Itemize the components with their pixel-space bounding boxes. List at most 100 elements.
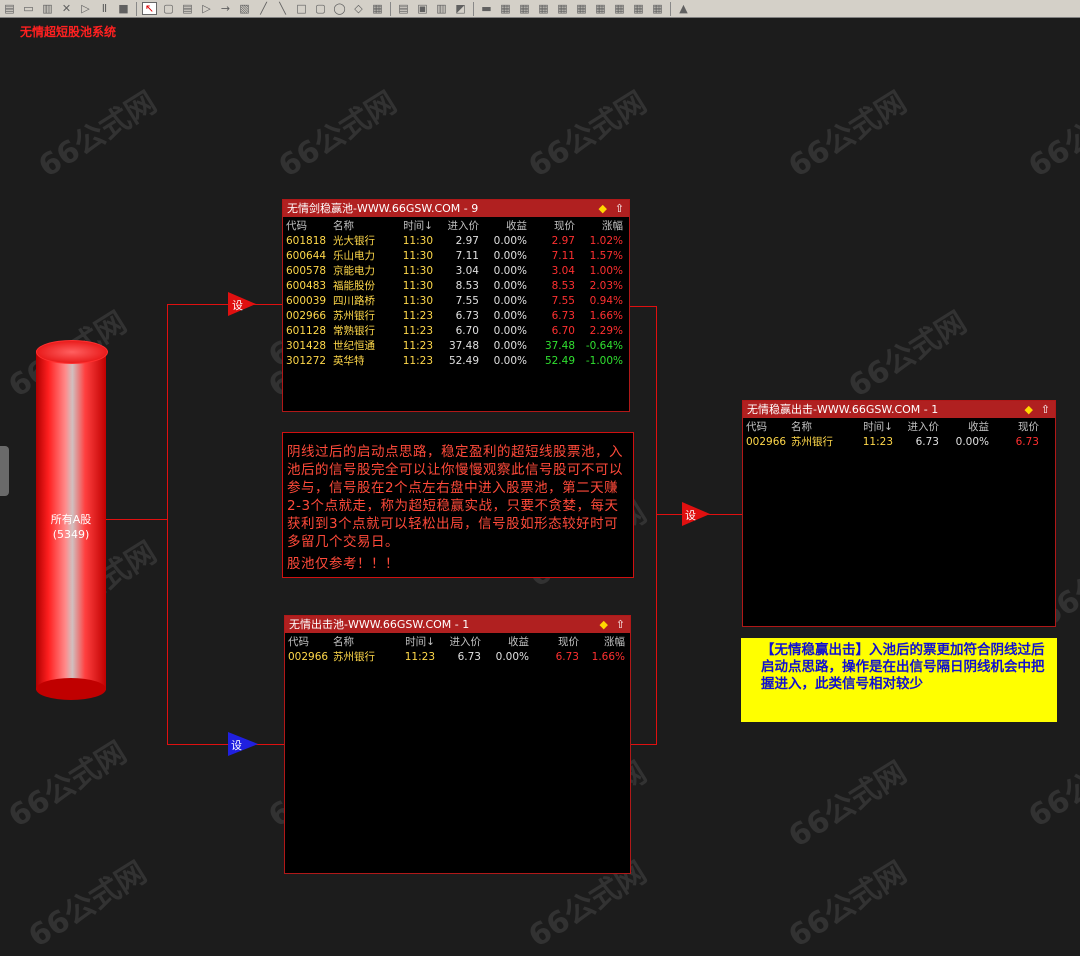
- connector: [630, 744, 657, 745]
- arrow-icon[interactable]: ▷: [199, 2, 214, 15]
- column-header[interactable]: 涨幅: [575, 217, 623, 233]
- grid5-icon[interactable]: ▦: [574, 2, 589, 15]
- column-header[interactable]: 收益: [479, 217, 527, 233]
- pool-main-header[interactable]: 无情剑稳赢池-WWW.66GSW.COM - 9 ◆ ⇧: [283, 200, 629, 217]
- table-header-row: 代码 名称 时间↓ 进入价 收益 现价: [743, 418, 1039, 434]
- diamond-icon[interactable]: ◆: [599, 200, 607, 217]
- column-header[interactable]: 现价: [989, 418, 1039, 434]
- watermark: 66公式网: [32, 85, 163, 185]
- cell-gain: 0.00%: [493, 309, 527, 322]
- cell-entry: 6.70: [455, 324, 479, 337]
- cell-price: 6.73: [555, 650, 579, 663]
- table-row[interactable]: 301428 世纪恒通 11:23 37.48 0.00% 37.48 -0.64%: [283, 338, 623, 353]
- column-header[interactable]: 代码: [285, 633, 333, 649]
- column-header[interactable]: 收益: [939, 418, 989, 434]
- round-icon[interactable]: ▢: [313, 2, 328, 15]
- pointer-icon[interactable]: ↖: [142, 2, 157, 15]
- column-header[interactable]: 现价: [527, 217, 575, 233]
- table-row[interactable]: 600578 京能电力 11:30 3.04 0.00% 3.04 1.00%: [283, 263, 623, 278]
- highlight-note: 【无情稳赢出击】入池后的票更加符合阴线过后启动点思路，操作是在出信号隔日阴线机会…: [741, 638, 1057, 722]
- doc-icon[interactable]: ▤: [180, 2, 195, 15]
- all-a-shares-cylinder[interactable]: 所有A股 (5349): [36, 340, 108, 700]
- column-header[interactable]: 代码: [283, 217, 333, 233]
- grid7-icon[interactable]: ▦: [612, 2, 627, 15]
- stop-icon[interactable]: ■: [116, 2, 131, 15]
- grid9-icon[interactable]: ▦: [650, 2, 665, 15]
- long-arrow-icon[interactable]: →: [218, 2, 233, 15]
- delete-icon[interactable]: ✕: [59, 2, 74, 15]
- column-header[interactable]: 名称: [333, 217, 387, 233]
- page-icon[interactable]: ▤: [396, 2, 411, 15]
- bar-icon[interactable]: ▬: [479, 2, 494, 15]
- grid2-icon[interactable]: ▦: [517, 2, 532, 15]
- paint-icon[interactable]: ◩: [453, 2, 468, 15]
- column-header[interactable]: 进入价: [893, 418, 940, 434]
- pool-final-panel[interactable]: 无情稳赢出击-WWW.66GSW.COM - 1 ◆ ⇧ 代码 名称 时间↓ 进入价收…: [742, 400, 1056, 627]
- grid3-icon[interactable]: ▦: [536, 2, 551, 15]
- column-header[interactable]: 涨幅: [579, 633, 625, 649]
- table-row[interactable]: 002966 苏州银行 11:23 6.73 0.00% 6.73 1.66%: [283, 308, 623, 323]
- column-header[interactable]: 时间↓: [847, 418, 893, 434]
- grid10-icon[interactable]: ▲: [676, 2, 691, 15]
- cell-time: 11:23: [402, 339, 433, 352]
- setting-label: 设: [231, 739, 242, 752]
- cell-price: 37.48: [544, 339, 575, 352]
- ellipse-icon[interactable]: ◯: [332, 2, 347, 15]
- square-icon[interactable]: □: [294, 2, 309, 15]
- cylinder-bottom: [36, 678, 106, 700]
- source-count: (5349): [52, 528, 90, 541]
- trash-icon[interactable]: ▥: [434, 2, 449, 15]
- grid1-icon[interactable]: ▦: [498, 2, 513, 15]
- pool-main-panel[interactable]: 无情剑稳赢池-WWW.66GSW.COM - 9 ◆ ⇧ 代码 名称 时间↓ 进入价收…: [282, 199, 630, 412]
- pool-exit-header[interactable]: 无情出击池-WWW.66GSW.COM - 1 ◆ ⇧: [285, 616, 630, 633]
- grid4-icon[interactable]: ▦: [555, 2, 570, 15]
- column-header[interactable]: 进入价: [433, 217, 480, 233]
- column-header[interactable]: 名称: [333, 633, 389, 649]
- pool-exit-table: 代码 名称 时间↓ 进入价 收益 现价 涨幅 002966 苏州银行 11:23 6.73 0.00%…: [285, 633, 625, 664]
- column-header[interactable]: 时间↓: [389, 633, 435, 649]
- column-header[interactable]: 时间↓: [387, 217, 433, 233]
- table-row[interactable]: 002966 苏州银行 11:23 6.73 0.00% 6.73 1.66%: [285, 649, 625, 664]
- cell-name: 京能电力: [333, 265, 375, 277]
- diag-icon[interactable]: ╲: [275, 2, 290, 15]
- upload-icon[interactable]: ⇧: [616, 616, 625, 633]
- cell-gain: 0.00%: [493, 324, 527, 337]
- side-collapse-tab[interactable]: [0, 446, 9, 496]
- toolbar-separator: [390, 1, 391, 16]
- save-icon[interactable]: ▥: [40, 2, 55, 15]
- open-icon[interactable]: ▭: [21, 2, 36, 15]
- toolbar-separator: [136, 1, 137, 16]
- diamond-icon[interactable]: ◆: [600, 616, 608, 633]
- column-header[interactable]: 进入价: [435, 633, 482, 649]
- grid6-icon[interactable]: ▦: [593, 2, 608, 15]
- column-header[interactable]: 现价: [529, 633, 579, 649]
- column-header[interactable]: 收益: [481, 633, 529, 649]
- page2-icon[interactable]: ▣: [415, 2, 430, 15]
- new-icon[interactable]: ▤: [2, 2, 17, 15]
- diamond-icon[interactable]: ◆: [1025, 401, 1033, 418]
- rect-icon[interactable]: ▢: [161, 2, 176, 15]
- play-icon[interactable]: ▷: [78, 2, 93, 15]
- pool-final-header[interactable]: 无情稳赢出击-WWW.66GSW.COM - 1 ◆ ⇧: [743, 401, 1055, 418]
- table-row[interactable]: 600039 四川路桥 11:30 7.55 0.00% 7.55 0.94%: [283, 293, 623, 308]
- column-header[interactable]: 代码: [743, 418, 791, 434]
- copy-icon[interactable]: ▧: [237, 2, 252, 15]
- table-row[interactable]: 301272 英华特 11:23 52.49 0.00% 52.49 -1.00%: [283, 353, 623, 368]
- shape-icon[interactable]: ◇: [351, 2, 366, 15]
- upload-icon[interactable]: ⇧: [615, 200, 624, 217]
- pause-icon[interactable]: Ⅱ: [97, 2, 112, 15]
- column-header[interactable]: 名称: [791, 418, 847, 434]
- table-icon[interactable]: ▦: [370, 2, 385, 15]
- table-row[interactable]: 601818 光大银行 11:30 2.97 0.00% 2.97 1.02%: [283, 233, 623, 248]
- table-row[interactable]: 002966 苏州银行 11:23 6.73 0.00% 6.73: [743, 434, 1039, 449]
- grid8-icon[interactable]: ▦: [631, 2, 646, 15]
- table-row[interactable]: 600644 乐山电力 11:30 7.11 0.00% 7.11 1.57%: [283, 248, 623, 263]
- pool-exit-panel[interactable]: 无情出击池-WWW.66GSW.COM - 1 ◆ ⇧ 代码 名称 时间↓ 进入价 收益…: [284, 615, 631, 874]
- cell-entry: 7.11: [455, 249, 479, 262]
- upload-icon[interactable]: ⇧: [1041, 401, 1050, 418]
- line-icon[interactable]: ╱: [256, 2, 271, 15]
- cell-time: 11:30: [402, 264, 433, 277]
- highlight-note-text: 【无情稳赢出击】入池后的票更加符合阴线过后启动点思路，操作是在出信号隔日阴线机会…: [761, 642, 1045, 692]
- table-row[interactable]: 600483 福能股份 11:30 8.53 0.00% 8.53 2.03%: [283, 278, 623, 293]
- table-row[interactable]: 601128 常熟银行 11:23 6.70 0.00% 6.70 2.29%: [283, 323, 623, 338]
